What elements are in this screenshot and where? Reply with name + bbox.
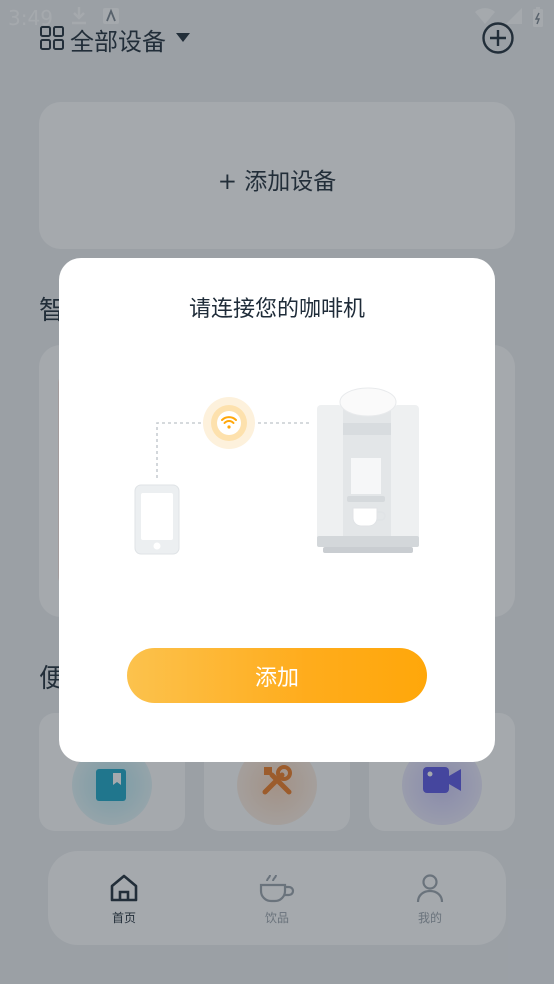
phone-icon	[134, 484, 180, 555]
connection-illustration	[134, 387, 419, 555]
dialog-title: 请连接您的咖啡机	[188, 297, 365, 322]
wifi-icon	[203, 397, 255, 449]
add-button[interactable]: 添加	[127, 648, 427, 703]
coffee-machine-icon	[317, 387, 419, 553]
connect-dialog: 请连接您的咖啡机 添加	[59, 258, 495, 762]
